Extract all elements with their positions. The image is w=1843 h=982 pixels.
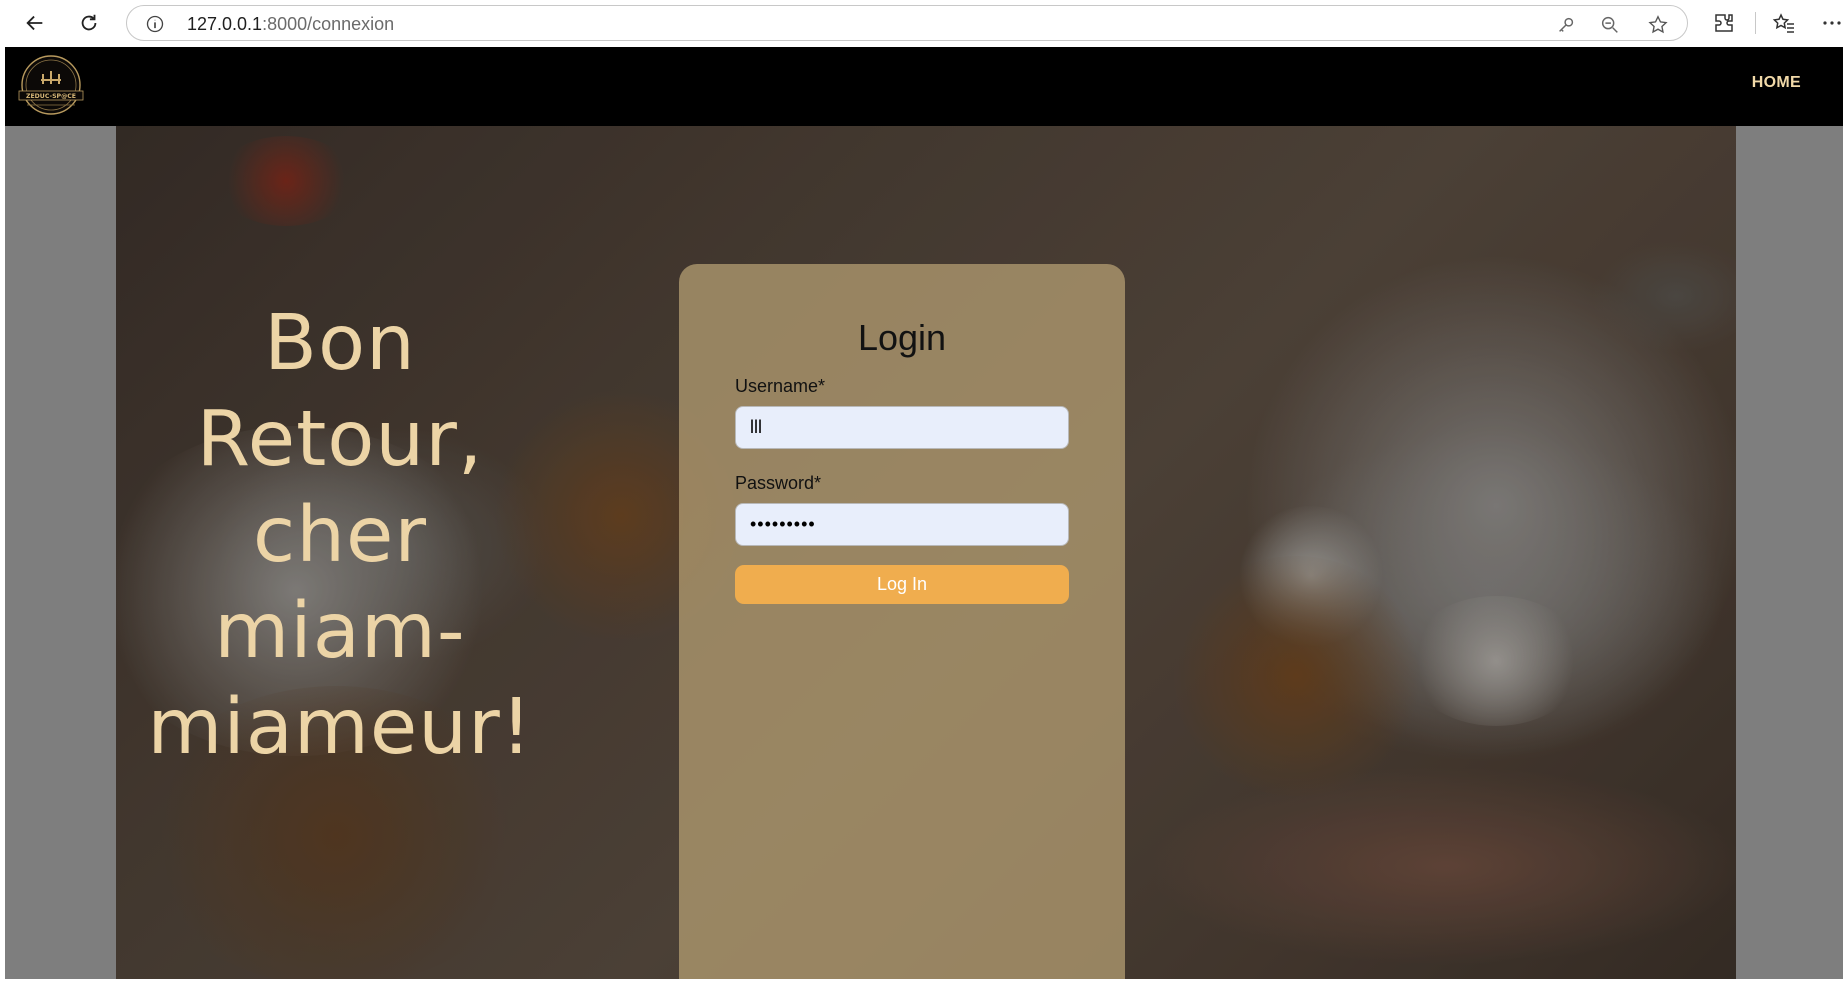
more-icon[interactable] <box>1822 11 1842 35</box>
page-viewport: ZEDUC-SP@CE HOME Bon Retour, cher miam- … <box>5 47 1843 979</box>
key-icon[interactable] <box>1555 14 1577 36</box>
svg-text:ZEDUC-SP@CE: ZEDUC-SP@CE <box>26 92 76 100</box>
favorite-star-icon[interactable] <box>1647 14 1669 36</box>
welcome-line: miameur! <box>147 683 533 772</box>
password-input[interactable] <box>735 503 1069 546</box>
reload-icon[interactable] <box>73 7 105 39</box>
welcome-line: cher miam- <box>214 491 466 676</box>
username-input[interactable] <box>735 406 1069 449</box>
back-icon[interactable] <box>19 7 51 39</box>
url-text[interactable]: 127.0.0.1:8000/connexion <box>187 14 394 35</box>
login-button[interactable]: Log In <box>735 565 1069 604</box>
login-title: Login <box>857 317 947 358</box>
password-label: Password* <box>735 473 822 493</box>
welcome-line: Bon Retour, <box>196 299 484 484</box>
site-navbar: ZEDUC-SP@CE HOME <box>5 47 1843 126</box>
toolbar-divider <box>1755 12 1756 34</box>
login-card: Login Username* Password* Log In <box>679 264 1125 979</box>
nav-home-link[interactable]: HOME <box>1752 74 1801 92</box>
url-path: :8000/connexion <box>262 14 395 34</box>
zoom-out-icon[interactable] <box>1599 14 1621 36</box>
hero-background-image: Bon Retour, cher miam- miameur! Login Us… <box>116 126 1736 979</box>
address-bar[interactable]: 127.0.0.1:8000/connexion <box>126 5 1688 41</box>
browser-toolbar: 127.0.0.1:8000/connexion <box>0 0 1843 46</box>
username-label: Username* <box>735 376 826 396</box>
site-logo[interactable]: ZEDUC-SP@CE <box>13 54 89 118</box>
site-info-icon[interactable] <box>145 14 165 34</box>
url-host: 127.0.0.1 <box>187 14 263 34</box>
favorites-icon[interactable] <box>1772 11 1796 35</box>
extensions-icon[interactable] <box>1712 11 1736 35</box>
welcome-heading: Bon Retour, cher miam- miameur! <box>116 296 564 776</box>
